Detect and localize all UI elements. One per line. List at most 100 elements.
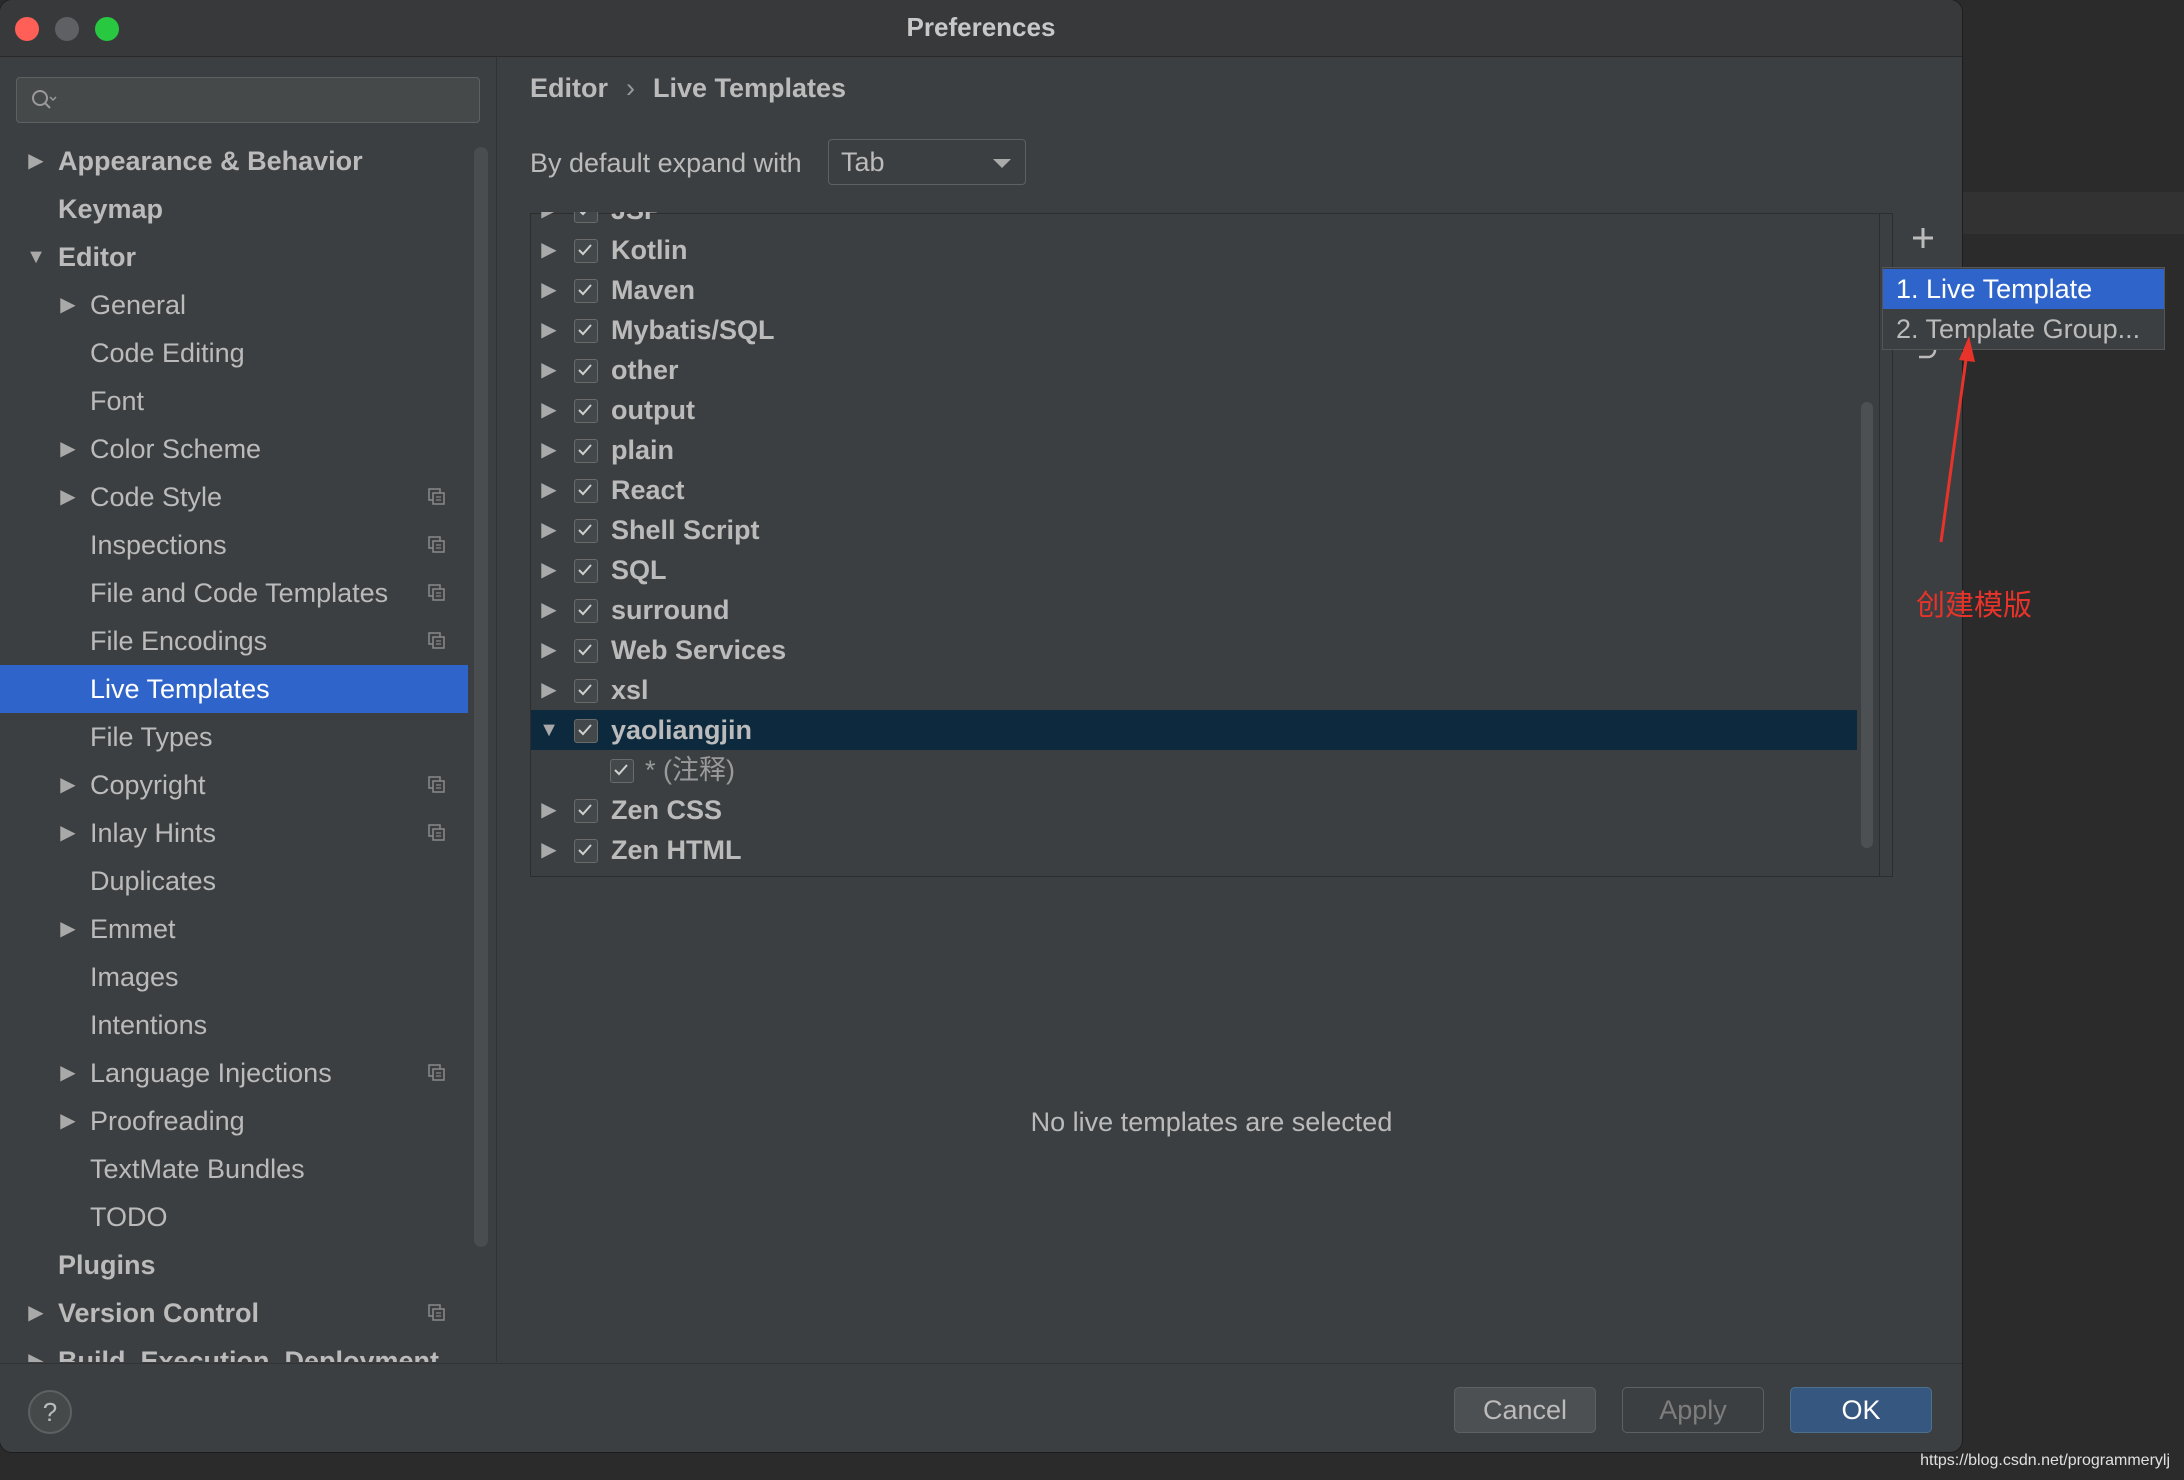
template-tree-scrollbar[interactable] — [1861, 402, 1873, 848]
expand-with-select[interactable]: Tab — [828, 139, 1026, 185]
template-checkbox[interactable] — [574, 212, 598, 223]
sidebar-item-language-injections[interactable]: ▶ Language Injections — [0, 1049, 468, 1097]
ok-button[interactable]: OK — [1790, 1387, 1932, 1433]
template-checkbox[interactable] — [574, 839, 598, 863]
sidebar-item-code-editing[interactable]: Code Editing — [0, 329, 468, 377]
triangle-right-icon[interactable]: ▶ — [56, 761, 80, 809]
template-item[interactable]: * (注释) — [531, 750, 1857, 790]
menu-item-live-template[interactable]: 1. Live Template — [1883, 269, 2164, 309]
template-group[interactable]: ▶ xsl — [531, 670, 1857, 710]
template-checkbox[interactable] — [574, 439, 598, 463]
template-checkbox[interactable] — [574, 599, 598, 623]
sidebar-item-emmet[interactable]: ▶ Emmet — [0, 905, 468, 953]
sidebar-item-font[interactable]: Font — [0, 377, 468, 425]
triangle-right-icon[interactable]: ▶ — [537, 510, 561, 550]
template-group[interactable]: ▶ JSP — [531, 212, 1857, 230]
template-checkbox[interactable] — [610, 759, 634, 783]
triangle-right-icon[interactable]: ▶ — [24, 1337, 48, 1362]
sidebar-item-intentions[interactable]: Intentions — [0, 1001, 468, 1049]
triangle-right-icon[interactable]: ▶ — [537, 350, 561, 390]
triangle-right-icon[interactable]: ▶ — [56, 1097, 80, 1145]
triangle-right-icon[interactable]: ▶ — [537, 390, 561, 430]
triangle-right-icon[interactable]: ▶ — [56, 1049, 80, 1097]
sidebar-item-file-encodings[interactable]: File Encodings — [0, 617, 468, 665]
template-group[interactable]: ▶ surround — [531, 590, 1857, 630]
triangle-right-icon[interactable]: ▶ — [537, 830, 561, 870]
sidebar-item-copyright[interactable]: ▶ Copyright — [0, 761, 468, 809]
template-checkbox[interactable] — [574, 359, 598, 383]
sidebar-item-duplicates[interactable]: Duplicates — [0, 857, 468, 905]
template-checkbox[interactable] — [574, 279, 598, 303]
template-group[interactable]: ▶ other — [531, 350, 1857, 390]
template-checkbox[interactable] — [574, 639, 598, 663]
sidebar-item-editor[interactable]: ▼ Editor — [0, 233, 468, 281]
template-checkbox[interactable] — [574, 319, 598, 343]
template-checkbox[interactable] — [574, 519, 598, 543]
apply-button[interactable]: Apply — [1622, 1387, 1764, 1433]
triangle-right-icon[interactable]: ▶ — [56, 905, 80, 953]
triangle-right-icon[interactable]: ▶ — [24, 137, 48, 185]
triangle-right-icon[interactable]: ▶ — [537, 230, 561, 270]
triangle-right-icon[interactable]: ▶ — [537, 310, 561, 350]
sidebar-item-code-style[interactable]: ▶ Code Style — [0, 473, 468, 521]
triangle-right-icon[interactable]: ▶ — [56, 281, 80, 329]
sidebar-item-color-scheme[interactable]: ▶ Color Scheme — [0, 425, 468, 473]
template-group[interactable]: ▶ Maven — [531, 270, 1857, 310]
template-group[interactable]: ▶ output — [531, 390, 1857, 430]
template-group[interactable]: ▶ plain — [531, 430, 1857, 470]
sidebar-item-keymap[interactable]: Keymap — [0, 185, 468, 233]
triangle-down-icon[interactable]: ▼ — [537, 710, 561, 750]
triangle-right-icon[interactable]: ▶ — [537, 550, 561, 590]
triangle-right-icon[interactable]: ▶ — [537, 630, 561, 670]
template-group[interactable]: ▼ yaoliangjin — [531, 710, 1857, 750]
sidebar-scrollbar[interactable] — [474, 147, 488, 1247]
triangle-right-icon[interactable]: ▶ — [56, 809, 80, 857]
menu-item-template-group[interactable]: 2. Template Group... — [1883, 309, 2164, 349]
help-button[interactable]: ? — [28, 1390, 72, 1434]
triangle-right-icon[interactable]: ▶ — [537, 670, 561, 710]
plus-icon[interactable] — [1908, 223, 1938, 253]
template-group[interactable]: ▶ Shell Script — [531, 510, 1857, 550]
triangle-right-icon[interactable]: ▶ — [537, 430, 561, 470]
template-group[interactable]: ▶ Zen HTML — [531, 830, 1857, 870]
sidebar-item-build-execution-deployment[interactable]: ▶ Build, Execution, Deployment — [0, 1337, 468, 1362]
template-checkbox[interactable] — [574, 239, 598, 263]
template-checkbox[interactable] — [574, 399, 598, 423]
sidebar-item-textmate-bundles[interactable]: TextMate Bundles — [0, 1145, 468, 1193]
template-group[interactable]: ▶ SQL — [531, 550, 1857, 590]
template-checkbox[interactable] — [574, 719, 598, 743]
sidebar-item-plugins[interactable]: Plugins — [0, 1241, 468, 1289]
template-group[interactable]: ▶ React — [531, 470, 1857, 510]
sidebar-item-proofreading[interactable]: ▶ Proofreading — [0, 1097, 468, 1145]
sidebar-item-live-templates[interactable]: Live Templates — [0, 665, 468, 713]
template-checkbox[interactable] — [574, 679, 598, 703]
sidebar-item-file-and-code-templates[interactable]: File and Code Templates — [0, 569, 468, 617]
breadcrumb-parent[interactable]: Editor — [530, 73, 608, 103]
triangle-right-icon[interactable]: ▶ — [56, 425, 80, 473]
cancel-button[interactable]: Cancel — [1454, 1387, 1596, 1433]
sidebar-item-file-types[interactable]: File Types — [0, 713, 468, 761]
template-group[interactable]: ▶ Mybatis/SQL — [531, 310, 1857, 350]
template-group[interactable]: ▶ Zen CSS — [531, 790, 1857, 830]
sidebar-item-todo[interactable]: TODO — [0, 1193, 468, 1241]
settings-search-input[interactable] — [16, 77, 480, 123]
sidebar-item-inlay-hints[interactable]: ▶ Inlay Hints — [0, 809, 468, 857]
template-checkbox[interactable] — [574, 799, 598, 823]
triangle-right-icon[interactable]: ▶ — [537, 270, 561, 310]
triangle-down-icon[interactable]: ▼ — [24, 233, 48, 281]
template-checkbox[interactable] — [574, 559, 598, 583]
sidebar-item-version-control[interactable]: ▶ Version Control — [0, 1289, 468, 1337]
template-group[interactable]: ▶ Kotlin — [531, 230, 1857, 270]
triangle-right-icon[interactable]: ▶ — [24, 1289, 48, 1337]
triangle-right-icon[interactable]: ▶ — [537, 212, 561, 230]
triangle-right-icon[interactable]: ▶ — [56, 473, 80, 521]
triangle-right-icon[interactable]: ▶ — [537, 790, 561, 830]
sidebar-item-inspections[interactable]: Inspections — [0, 521, 468, 569]
triangle-right-icon[interactable]: ▶ — [537, 590, 561, 630]
sidebar-item-appearance-behavior[interactable]: ▶ Appearance & Behavior — [0, 137, 468, 185]
sidebar-item-general[interactable]: ▶ General — [0, 281, 468, 329]
triangle-right-icon[interactable]: ▶ — [537, 470, 561, 510]
sidebar-item-images[interactable]: Images — [0, 953, 468, 1001]
template-checkbox[interactable] — [574, 479, 598, 503]
template-group[interactable]: ▶ Web Services — [531, 630, 1857, 670]
